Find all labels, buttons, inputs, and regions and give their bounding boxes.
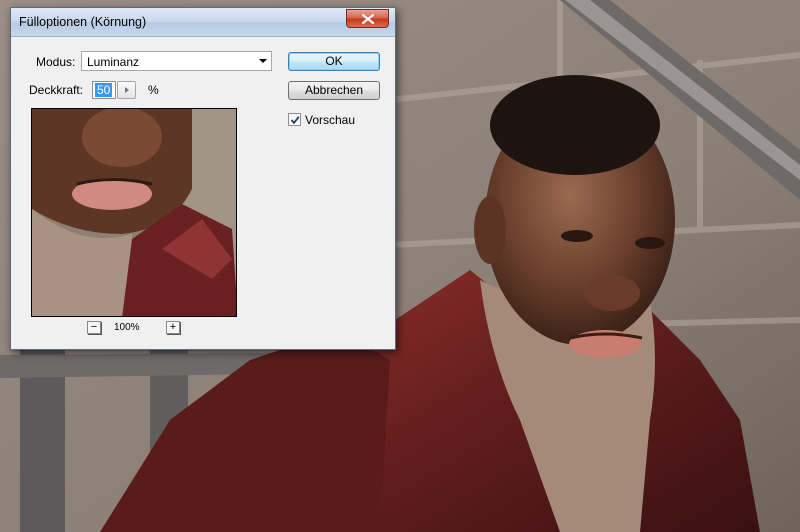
opacity-unit: % (148, 83, 159, 97)
opacity-stepper-button[interactable] (117, 81, 136, 99)
ok-button[interactable]: OK (288, 52, 380, 71)
cancel-button[interactable]: Abbrechen (288, 81, 380, 100)
preview-checkbox[interactable] (288, 113, 301, 126)
zoom-in-button[interactable]: + (166, 321, 180, 334)
chevron-down-icon (259, 59, 267, 63)
title-bar[interactable]: Fülloptionen (Körnung) (11, 8, 395, 37)
preview-image[interactable] (31, 108, 237, 317)
zoom-level: 100% (114, 322, 140, 333)
opacity-value: 50 (95, 83, 113, 97)
preview-crop (32, 109, 236, 316)
close-button[interactable] (346, 9, 389, 28)
triangle-right-icon (125, 87, 129, 93)
opacity-label: Deckkraft: (29, 83, 84, 97)
fill-options-dialog: Fülloptionen (Körnung) Modus: Luminanz D… (10, 7, 396, 350)
checkmark-icon (290, 116, 300, 125)
preview-checkbox-label[interactable]: Vorschau (305, 113, 355, 127)
mode-label: Modus: (36, 55, 76, 69)
close-icon (361, 13, 374, 24)
opacity-input[interactable]: 50 (92, 81, 116, 99)
zoom-out-button[interactable]: − (87, 321, 101, 334)
mode-select[interactable]: Luminanz (81, 51, 272, 71)
dialog-title: Fülloptionen (Körnung) (19, 15, 147, 29)
mode-value: Luminanz (87, 55, 140, 69)
